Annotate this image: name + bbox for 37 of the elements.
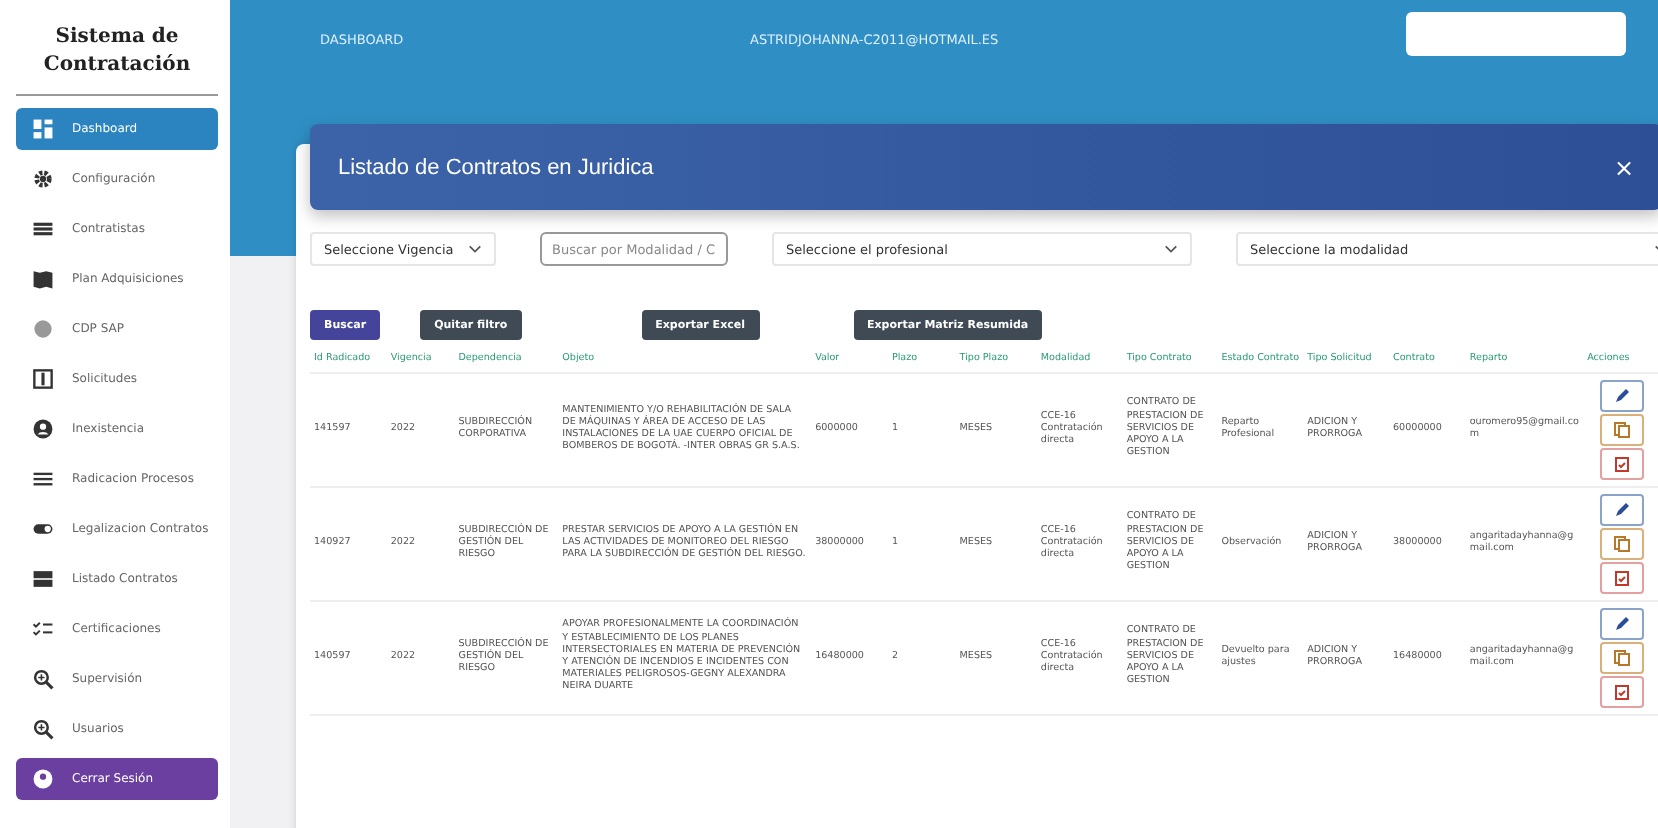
user-icon xyxy=(32,418,54,440)
clipboard-check-icon xyxy=(1613,570,1630,586)
edit-button[interactable] xyxy=(1599,608,1644,640)
pencil-icon xyxy=(1613,502,1630,518)
map-icon xyxy=(32,268,54,290)
clipboard-button[interactable] xyxy=(1599,676,1644,708)
clipboard-check-icon xyxy=(1613,684,1630,700)
menu-icon xyxy=(32,468,54,490)
clipboard-button[interactable] xyxy=(1599,562,1644,594)
zoom-in-icon xyxy=(32,668,54,690)
documents-icon xyxy=(1613,422,1630,438)
document-button[interactable] xyxy=(1599,528,1644,560)
clipboard-button[interactable] xyxy=(1599,448,1644,480)
close-button[interactable]: × xyxy=(1613,153,1634,181)
checklist-icon xyxy=(32,618,54,640)
zoom-in-icon xyxy=(32,718,54,740)
card-icon xyxy=(32,568,54,590)
coin-icon xyxy=(32,318,54,340)
documents-icon xyxy=(1613,536,1630,552)
edit-button[interactable] xyxy=(1599,494,1644,526)
list-icon xyxy=(32,218,54,240)
document-button[interactable] xyxy=(1599,414,1644,446)
pencil-icon xyxy=(1613,388,1630,404)
pencil-icon xyxy=(1613,616,1630,632)
documents-icon xyxy=(1613,650,1630,666)
toggle-icon xyxy=(32,518,54,540)
dashboard-icon xyxy=(32,118,54,140)
user-icon xyxy=(32,768,54,790)
gear-icon xyxy=(32,168,54,190)
panel-title: Listado de Contratos en Juridica xyxy=(338,155,654,179)
panel-icon xyxy=(32,368,54,390)
clipboard-check-icon xyxy=(1613,456,1630,472)
edit-button[interactable] xyxy=(1599,380,1644,412)
document-button[interactable] xyxy=(1599,642,1644,674)
chevron-down-icon xyxy=(1164,244,1178,254)
chevron-down-icon xyxy=(468,244,482,254)
app-title: Sistema de Contratación xyxy=(16,16,218,96)
